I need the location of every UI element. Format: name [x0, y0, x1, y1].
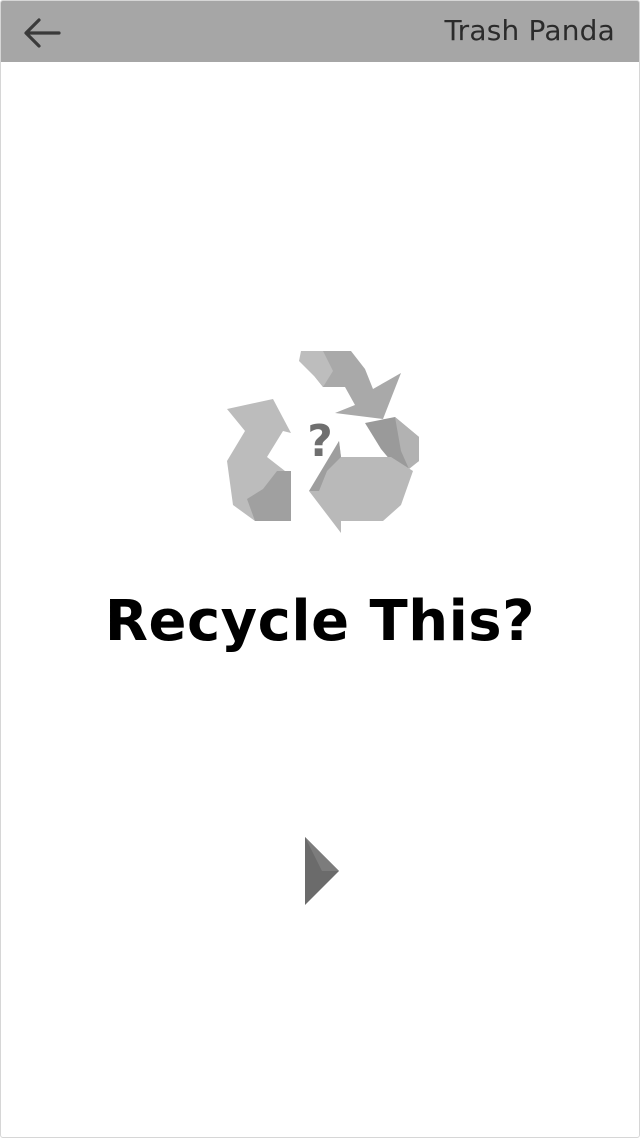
- next-button[interactable]: [297, 831, 347, 911]
- play-triangle-icon: [305, 837, 339, 905]
- app-title: Trash Panda: [444, 14, 615, 47]
- question-mark-glyph: ?: [307, 416, 333, 467]
- back-button[interactable]: [19, 11, 63, 55]
- arrow-left-icon: [24, 18, 61, 48]
- page-title: Recycle This?: [104, 589, 536, 654]
- recycle-question-icon: ?: [227, 351, 419, 533]
- app-screen: Trash Panda ? Recycle This?: [0, 0, 640, 1138]
- app-bar: Trash Panda: [1, 1, 639, 62]
